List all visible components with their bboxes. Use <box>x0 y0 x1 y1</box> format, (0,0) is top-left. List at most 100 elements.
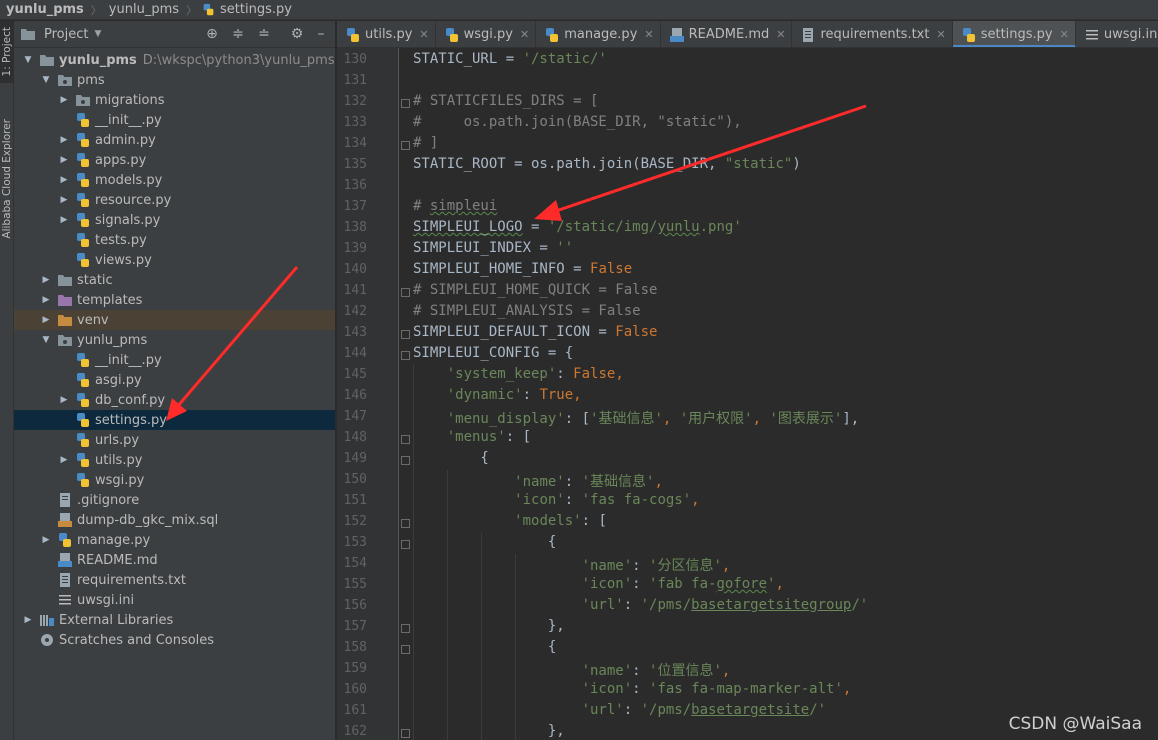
tree-item-dump-db-gkc-mix-sql[interactable]: dump-db_gkc_mix.sql <box>14 510 335 530</box>
chevron-right-icon[interactable]: ▶ <box>40 534 52 546</box>
tree-item-yunlu-pms[interactable]: ▼ yunlu_pms <box>14 330 335 350</box>
breadcrumb-project[interactable]: yunlu_pms <box>4 2 86 17</box>
tree-item-wsgi-py[interactable]: wsgi.py <box>14 470 335 490</box>
tree-item-templates[interactable]: ▶ templates <box>14 290 335 310</box>
chevron-right-icon[interactable]: ▶ <box>22 614 34 626</box>
tree-item-venv[interactable]: ▶ venv <box>14 310 335 330</box>
tree-item-static[interactable]: ▶ static <box>14 270 335 290</box>
chevron-right-icon[interactable]: ▶ <box>58 174 70 186</box>
code-line[interactable]: # SIMPLEUI_HOME_QUICK = False <box>413 282 657 298</box>
code-line[interactable]: 'menu_display': ['基础信息', '用户权限', '图表展示']… <box>413 408 859 428</box>
fold-marker-icon[interactable] <box>401 99 410 108</box>
close-icon[interactable]: ✕ <box>776 28 785 41</box>
tree-item-admin-py[interactable]: ▶ admin.py <box>14 130 335 150</box>
chevron-right-icon[interactable]: ▶ <box>40 314 52 326</box>
chevron-right-icon[interactable]: ▶ <box>40 294 52 306</box>
code-line[interactable]: 'name': '位置信息', <box>413 660 731 680</box>
code-line[interactable]: # ] <box>413 135 438 151</box>
tree-item-readme-md[interactable]: README.md <box>14 550 335 570</box>
code-line[interactable]: { <box>413 534 556 550</box>
tree-item-external-libraries[interactable]: ▶ External Libraries <box>14 610 335 630</box>
chevron-down-icon[interactable]: ▼ <box>94 29 101 39</box>
chevron-right-icon[interactable]: ▶ <box>58 154 70 166</box>
tab-uwsgi-ini[interactable]: uwsgi.ini✕ <box>1076 21 1158 47</box>
code-line[interactable]: 'menus': [ <box>413 429 531 445</box>
tree-item-manage-py[interactable]: ▶ manage.py <box>14 530 335 550</box>
fold-marker-icon[interactable] <box>401 645 410 654</box>
close-icon[interactable]: ✕ <box>520 28 529 41</box>
code-editor[interactable]: 130 131 132 133 134 135 136 137 138 139 140 141 142 1… <box>337 48 1158 740</box>
chevron-right-icon[interactable]: ▶ <box>58 454 70 466</box>
tree-item-db-conf-py[interactable]: ▶ db_conf.py <box>14 390 335 410</box>
tree-item-models-py[interactable]: ▶ models.py <box>14 170 335 190</box>
gear-icon[interactable]: ⚙ <box>289 26 305 42</box>
close-icon[interactable]: ✕ <box>936 28 945 41</box>
fold-marker-icon[interactable] <box>401 435 410 444</box>
chevron-right-icon[interactable]: ▶ <box>58 194 70 206</box>
code-line[interactable]: SIMPLEUI_LOGO = '/static/img/yunlu.png' <box>413 219 742 235</box>
tree-item-apps-py[interactable]: ▶ apps.py <box>14 150 335 170</box>
fold-marker-icon[interactable] <box>401 330 410 339</box>
fold-marker-icon[interactable] <box>401 141 410 150</box>
tree-item-tests-py[interactable]: tests.py <box>14 230 335 250</box>
tree-item-views-py[interactable]: views.py <box>14 250 335 270</box>
tree-item-resource-py[interactable]: ▶ resource.py <box>14 190 335 210</box>
chevron-right-icon[interactable]: ▶ <box>58 394 70 406</box>
code-line[interactable]: }, <box>413 723 565 739</box>
breadcrumb-package[interactable]: yunlu_pms <box>107 2 181 17</box>
fold-marker-icon[interactable] <box>401 456 410 465</box>
code-line[interactable]: STATIC_ROOT = os.path.join(BASE_DIR, "st… <box>413 156 801 172</box>
code-line[interactable]: 'dynamic': True, <box>413 387 582 403</box>
line-number-gutter[interactable]: 130 131 132 133 134 135 136 137 138 139 140 141 142 1… <box>337 48 399 740</box>
code-line[interactable]: SIMPLEUI_CONFIG = { <box>413 345 573 361</box>
tab-wsgi-py[interactable]: wsgi.py ✕ <box>436 21 537 47</box>
code-line[interactable]: 'icon': 'fab fa-gofore', <box>413 576 784 592</box>
code-line[interactable]: # os.path.join(BASE_DIR, "static"), <box>413 114 742 130</box>
locate-file-icon[interactable]: ⊕ <box>204 26 220 42</box>
code-line[interactable]: 'url': '/pms/basetargetsite/' <box>413 702 826 718</box>
code-line[interactable]: # SIMPLEUI_ANALYSIS = False <box>413 303 641 319</box>
tab-utils-py[interactable]: utils.py ✕ <box>337 21 436 47</box>
tree-item-init-py[interactable]: __init__.py <box>14 110 335 130</box>
code-line[interactable]: SIMPLEUI_HOME_INFO = False <box>413 261 632 277</box>
alibaba-cloud-explorer-tab[interactable]: Alibaba Cloud Explorer <box>0 105 14 253</box>
code-line[interactable]: 'name': '分区信息', <box>413 555 731 575</box>
breadcrumb-file[interactable]: settings.py <box>218 2 294 17</box>
code-line[interactable]: 'icon': 'fas fa-cogs', <box>413 492 699 508</box>
tree-item-scratches-and-consoles[interactable]: Scratches and Consoles <box>14 630 335 650</box>
code-line[interactable]: STATIC_URL = '/static/' <box>413 51 607 67</box>
tab-requirements-txt[interactable]: requirements.txt ✕ <box>792 21 953 47</box>
tree-item-gitignore[interactable]: .gitignore <box>14 490 335 510</box>
chevron-right-icon[interactable]: ▶ <box>58 134 70 146</box>
fold-marker-icon[interactable] <box>401 288 410 297</box>
tree-item-migrations[interactable]: ▶ migrations <box>14 90 335 110</box>
tree-item-yunlu-pms[interactable]: ▼ yunlu_pms D:\wkspc\python3\yunlu_pms <box>14 50 335 70</box>
collapse-all-icon[interactable]: ≐ <box>256 26 272 42</box>
tree-item-signals-py[interactable]: ▶ signals.py <box>14 210 335 230</box>
hide-panel-icon[interactable]: – <box>313 26 329 42</box>
tab-readme-md[interactable]: README.md ✕ <box>661 21 793 47</box>
tree-item-urls-py[interactable]: urls.py <box>14 430 335 450</box>
code-line[interactable]: 'models': [ <box>413 513 607 529</box>
code-line[interactable]: SIMPLEUI_DEFAULT_ICON = False <box>413 324 657 340</box>
tree-item-requirements-txt[interactable]: requirements.txt <box>14 570 335 590</box>
fold-marker-icon[interactable] <box>401 540 410 549</box>
code-line[interactable]: }, <box>413 618 565 634</box>
fold-marker-icon[interactable] <box>401 351 410 360</box>
chevron-down-icon[interactable]: ▼ <box>40 74 52 86</box>
close-icon[interactable]: ✕ <box>1060 28 1069 41</box>
chevron-right-icon[interactable]: ▶ <box>40 274 52 286</box>
tree-item-init-py[interactable]: __init__.py <box>14 350 335 370</box>
chevron-right-icon[interactable]: ▶ <box>58 94 70 106</box>
tree-item-pms[interactable]: ▼ pms <box>14 70 335 90</box>
code-line[interactable]: 'system_keep': False, <box>413 366 624 382</box>
fold-marker-icon[interactable] <box>401 519 410 528</box>
expand-all-icon[interactable]: ≑ <box>230 26 246 42</box>
project-tool-tab[interactable]: 1: Project <box>0 21 14 83</box>
fold-marker-icon[interactable] <box>401 624 410 633</box>
code-line[interactable]: { <box>413 450 488 466</box>
tree-item-utils-py[interactable]: ▶ utils.py <box>14 450 335 470</box>
chevron-right-icon[interactable]: ▶ <box>58 214 70 226</box>
fold-marker-icon[interactable] <box>401 729 410 738</box>
tree-item-uwsgi-ini[interactable]: uwsgi.ini <box>14 590 335 610</box>
